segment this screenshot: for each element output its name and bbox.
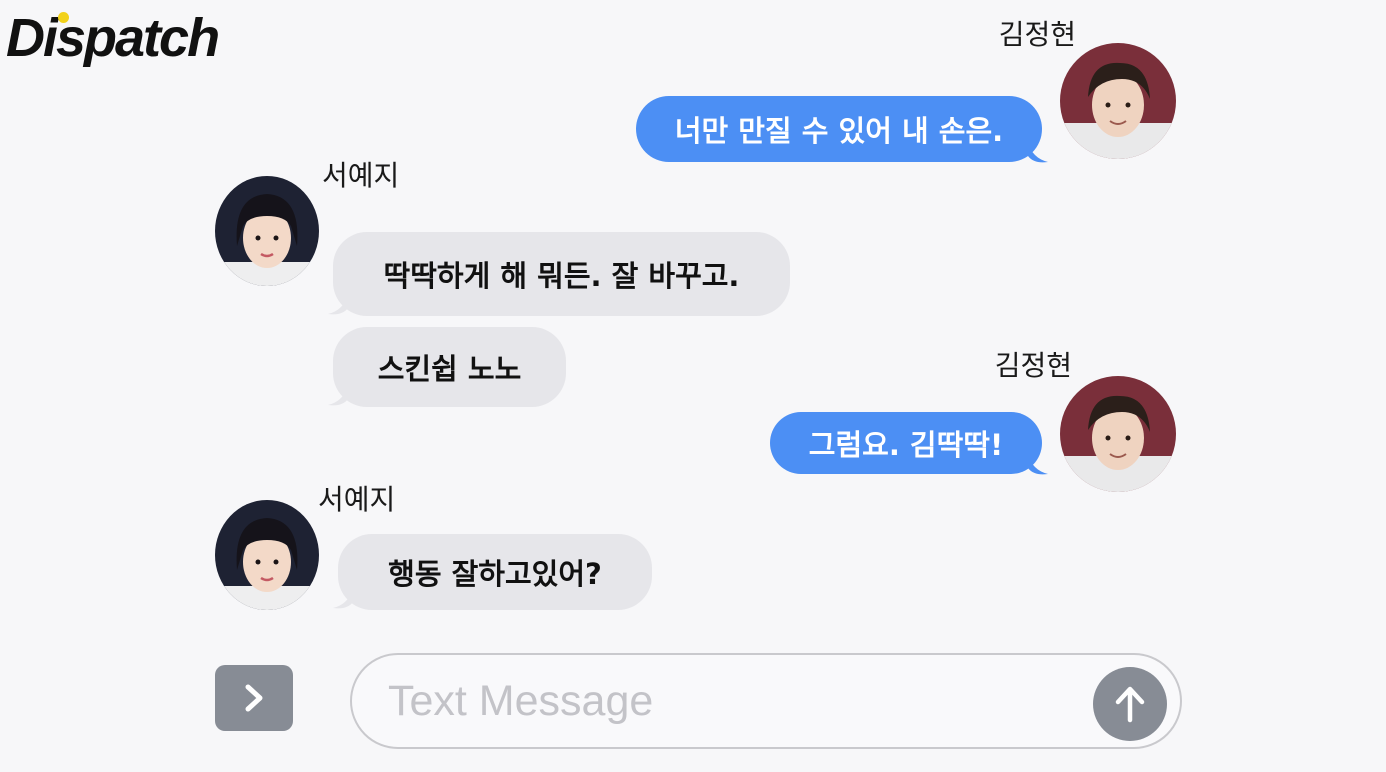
message-bubble-incoming[interactable]: 딱딱하게 해 뭐든. 잘 바꾸고. — [333, 232, 790, 316]
male-avatar-icon — [1060, 376, 1176, 492]
message-text: 그럼요. 김딱딱! — [808, 428, 1004, 462]
message-input-container[interactable] — [350, 653, 1182, 749]
female-avatar-icon — [215, 500, 319, 610]
message-bubble-incoming[interactable]: 행동 잘하고있어? — [338, 534, 652, 610]
message-input[interactable] — [388, 673, 1078, 729]
message-text: 스킨쉽 노노 — [377, 352, 522, 386]
sender-name: 서예지 — [318, 483, 396, 516]
expand-apps-button[interactable] — [215, 665, 293, 731]
chevron-right-icon — [245, 684, 263, 712]
logo-text: Dispatch — [6, 8, 220, 68]
send-button[interactable] — [1093, 667, 1167, 741]
bubble-tail — [328, 294, 348, 315]
avatar[interactable] — [1060, 43, 1176, 159]
bubble-tail — [333, 588, 353, 609]
sender-name: 김정현 — [994, 349, 1072, 382]
message-bubble-incoming[interactable]: 스킨쉽 노노 — [333, 327, 566, 407]
arrow-up-icon — [1115, 686, 1145, 723]
bubble-tail — [1028, 142, 1048, 163]
male-avatar-icon — [1060, 43, 1176, 159]
bubble-tail — [328, 385, 348, 406]
bubble-tail — [1028, 454, 1048, 475]
message-bubble-outgoing[interactable]: 그럼요. 김딱딱! — [770, 412, 1042, 474]
avatar[interactable] — [215, 500, 319, 610]
logo-accent-dot — [58, 12, 69, 23]
avatar[interactable] — [1060, 376, 1176, 492]
message-bubble-outgoing[interactable]: 너만 만질 수 있어 내 손은. — [636, 96, 1042, 162]
message-text: 딱딱하게 해 뭐든. 잘 바꾸고. — [383, 259, 740, 293]
avatar[interactable] — [215, 176, 319, 286]
female-avatar-icon — [215, 176, 319, 286]
sender-name: 김정현 — [998, 18, 1076, 51]
sender-name: 서예지 — [322, 159, 400, 192]
message-text: 너만 만질 수 있어 내 손은. — [674, 114, 1004, 148]
message-text: 행동 잘하고있어? — [388, 557, 602, 591]
